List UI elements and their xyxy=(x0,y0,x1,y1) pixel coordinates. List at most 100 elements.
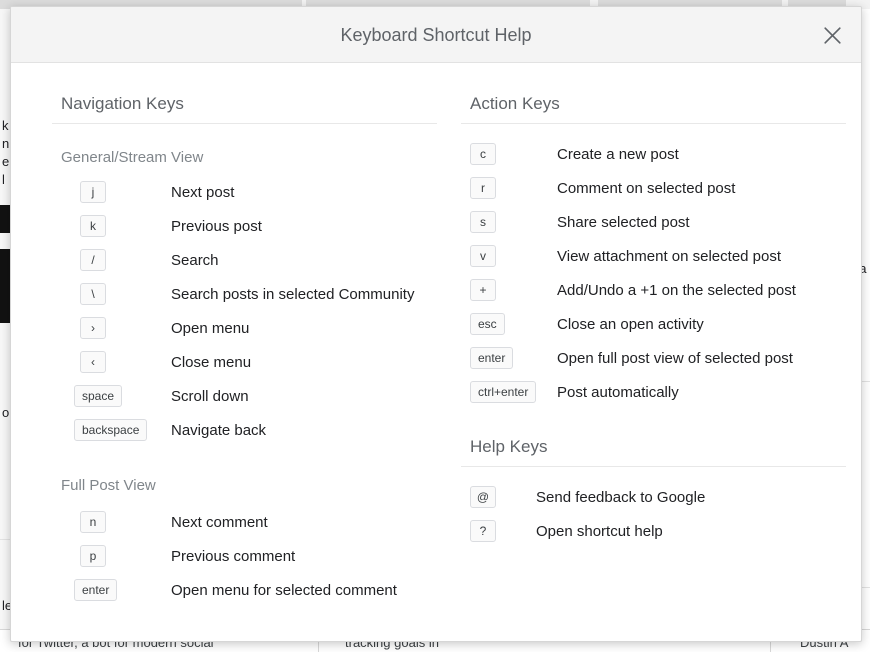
key-chip: + xyxy=(470,279,496,301)
key-chip: / xyxy=(80,249,106,271)
shortcut-list-help-keys: @ Send feedback to Google ? Open shortcu… xyxy=(461,480,846,548)
shortcut-description: Previous comment xyxy=(171,548,295,565)
shortcut-row: s Share selected post xyxy=(461,205,846,239)
background-text-fragment: k xyxy=(2,117,9,134)
shortcut-description: Send feedback to Google xyxy=(536,489,705,506)
key-chip-cell: j xyxy=(80,181,106,203)
dialog-body: Navigation Keys General/Stream View j Ne… xyxy=(11,63,861,641)
key-chip-cell: enter xyxy=(74,579,117,601)
key-chip-cell: c xyxy=(470,143,496,165)
shortcut-row: r Comment on selected post xyxy=(461,171,846,205)
shortcut-row: enter Open full post view of selected po… xyxy=(461,341,846,375)
close-icon[interactable] xyxy=(813,16,851,54)
shortcut-row: › Open menu xyxy=(52,311,437,345)
key-chip-cell: ? xyxy=(470,520,496,542)
section-title-navigation-keys: Navigation Keys xyxy=(52,94,437,124)
shortcut-list-action-keys: c Create a new post r Comment on selecte… xyxy=(461,137,846,409)
key-chip: p xyxy=(80,545,106,567)
key-chip: c xyxy=(470,143,496,165)
key-chip-cell: p xyxy=(80,545,106,567)
key-chip: v xyxy=(470,245,496,267)
key-chip-cell: r xyxy=(470,177,496,199)
shortcut-description: View attachment on selected post xyxy=(557,248,781,265)
key-chip: n xyxy=(80,511,106,533)
subsection-title-general-stream-view: General/Stream View xyxy=(52,149,437,166)
background-text-fragment: o xyxy=(2,404,9,421)
shortcut-row: esc Close an open activity xyxy=(461,307,846,341)
shortcut-description: Close an open activity xyxy=(557,316,704,333)
shortcut-row: + Add/Undo a +1 on the selected post xyxy=(461,273,846,307)
background-text-fragment: e xyxy=(2,153,9,170)
shortcut-row: j Next post xyxy=(52,175,437,209)
key-chip: j xyxy=(80,181,106,203)
shortcut-row: @ Send feedback to Google xyxy=(461,480,846,514)
shortcut-row: enter Open menu for selected comment xyxy=(52,573,437,607)
key-chip: esc xyxy=(470,313,505,335)
shortcut-list-full-post-view: n Next comment p Previous comment enter … xyxy=(52,505,437,607)
key-chip: backspace xyxy=(74,419,147,441)
shortcut-description: Post automatically xyxy=(557,384,679,401)
action-keys-column: Action Keys c Create a new post r Commen… xyxy=(461,63,846,548)
shortcut-row: \ Search posts in selected Community xyxy=(52,277,437,311)
key-chip-cell: backspace xyxy=(74,419,147,441)
shortcut-row: c Create a new post xyxy=(461,137,846,171)
section-title-help-keys: Help Keys xyxy=(461,437,846,467)
key-chip-cell: v xyxy=(470,245,496,267)
shortcut-row: ctrl+enter Post automatically xyxy=(461,375,846,409)
shortcut-description: Open full post view of selected post xyxy=(557,350,793,367)
dialog-title: Keyboard Shortcut Help xyxy=(11,25,861,46)
shortcut-description: Search xyxy=(171,252,219,269)
shortcut-row: k Previous post xyxy=(52,209,437,243)
key-chip-cell: ctrl+enter xyxy=(470,381,536,403)
key-chip: ? xyxy=(470,520,496,542)
shortcut-row: space Scroll down xyxy=(52,379,437,413)
background-text-fragment: n xyxy=(2,135,9,152)
shortcut-row: p Previous comment xyxy=(52,539,437,573)
shortcut-description: Next post xyxy=(171,184,234,201)
key-chip: › xyxy=(80,317,106,339)
key-chip: space xyxy=(74,385,122,407)
shortcut-description: Open menu for selected comment xyxy=(171,582,397,599)
key-chip: enter xyxy=(74,579,117,601)
shortcut-row: v View attachment on selected post xyxy=(461,239,846,273)
key-chip-cell: s xyxy=(470,211,496,233)
shortcut-row: ? Open shortcut help xyxy=(461,514,846,548)
keyboard-shortcut-help-dialog: Keyboard Shortcut Help Navigation Keys G… xyxy=(10,6,862,642)
shortcut-description: Scroll down xyxy=(171,388,249,405)
shortcut-description: Previous post xyxy=(171,218,262,235)
shortcut-list-general-stream-view: j Next post k Previous post / Search xyxy=(52,175,437,447)
shortcut-row: backspace Navigate back xyxy=(52,413,437,447)
key-chip-cell: @ xyxy=(470,486,496,508)
subsection-title-full-post-view: Full Post View xyxy=(52,477,437,494)
key-chip: r xyxy=(470,177,496,199)
key-chip-cell: enter xyxy=(470,347,513,369)
shortcut-description: Open menu xyxy=(171,320,249,337)
key-chip-cell: esc xyxy=(470,313,505,335)
key-chip: k xyxy=(80,215,106,237)
shortcut-row: n Next comment xyxy=(52,505,437,539)
key-chip: enter xyxy=(470,347,513,369)
background-text-fragment: l xyxy=(2,171,5,188)
key-chip: ‹ xyxy=(80,351,106,373)
shortcut-row: ‹ Close menu xyxy=(52,345,437,379)
key-chip-cell: ‹ xyxy=(80,351,106,373)
shortcut-description: Close menu xyxy=(171,354,251,371)
key-chip-cell: + xyxy=(470,279,496,301)
shortcut-description: Share selected post xyxy=(557,214,690,231)
key-chip-cell: › xyxy=(80,317,106,339)
key-chip-cell: / xyxy=(80,249,106,271)
key-chip: \ xyxy=(80,283,106,305)
shortcut-description: Open shortcut help xyxy=(536,523,663,540)
shortcut-description: Navigate back xyxy=(171,422,266,439)
key-chip-cell: \ xyxy=(80,283,106,305)
key-chip-cell: k xyxy=(80,215,106,237)
shortcut-row: / Search xyxy=(52,243,437,277)
key-chip-cell: space xyxy=(74,385,122,407)
key-chip: @ xyxy=(470,486,496,508)
shortcut-description: Comment on selected post xyxy=(557,180,735,197)
key-chip: s xyxy=(470,211,496,233)
section-title-action-keys: Action Keys xyxy=(461,94,846,124)
shortcut-description: Next comment xyxy=(171,514,268,531)
key-chip: ctrl+enter xyxy=(470,381,536,403)
key-chip-cell: n xyxy=(80,511,106,533)
